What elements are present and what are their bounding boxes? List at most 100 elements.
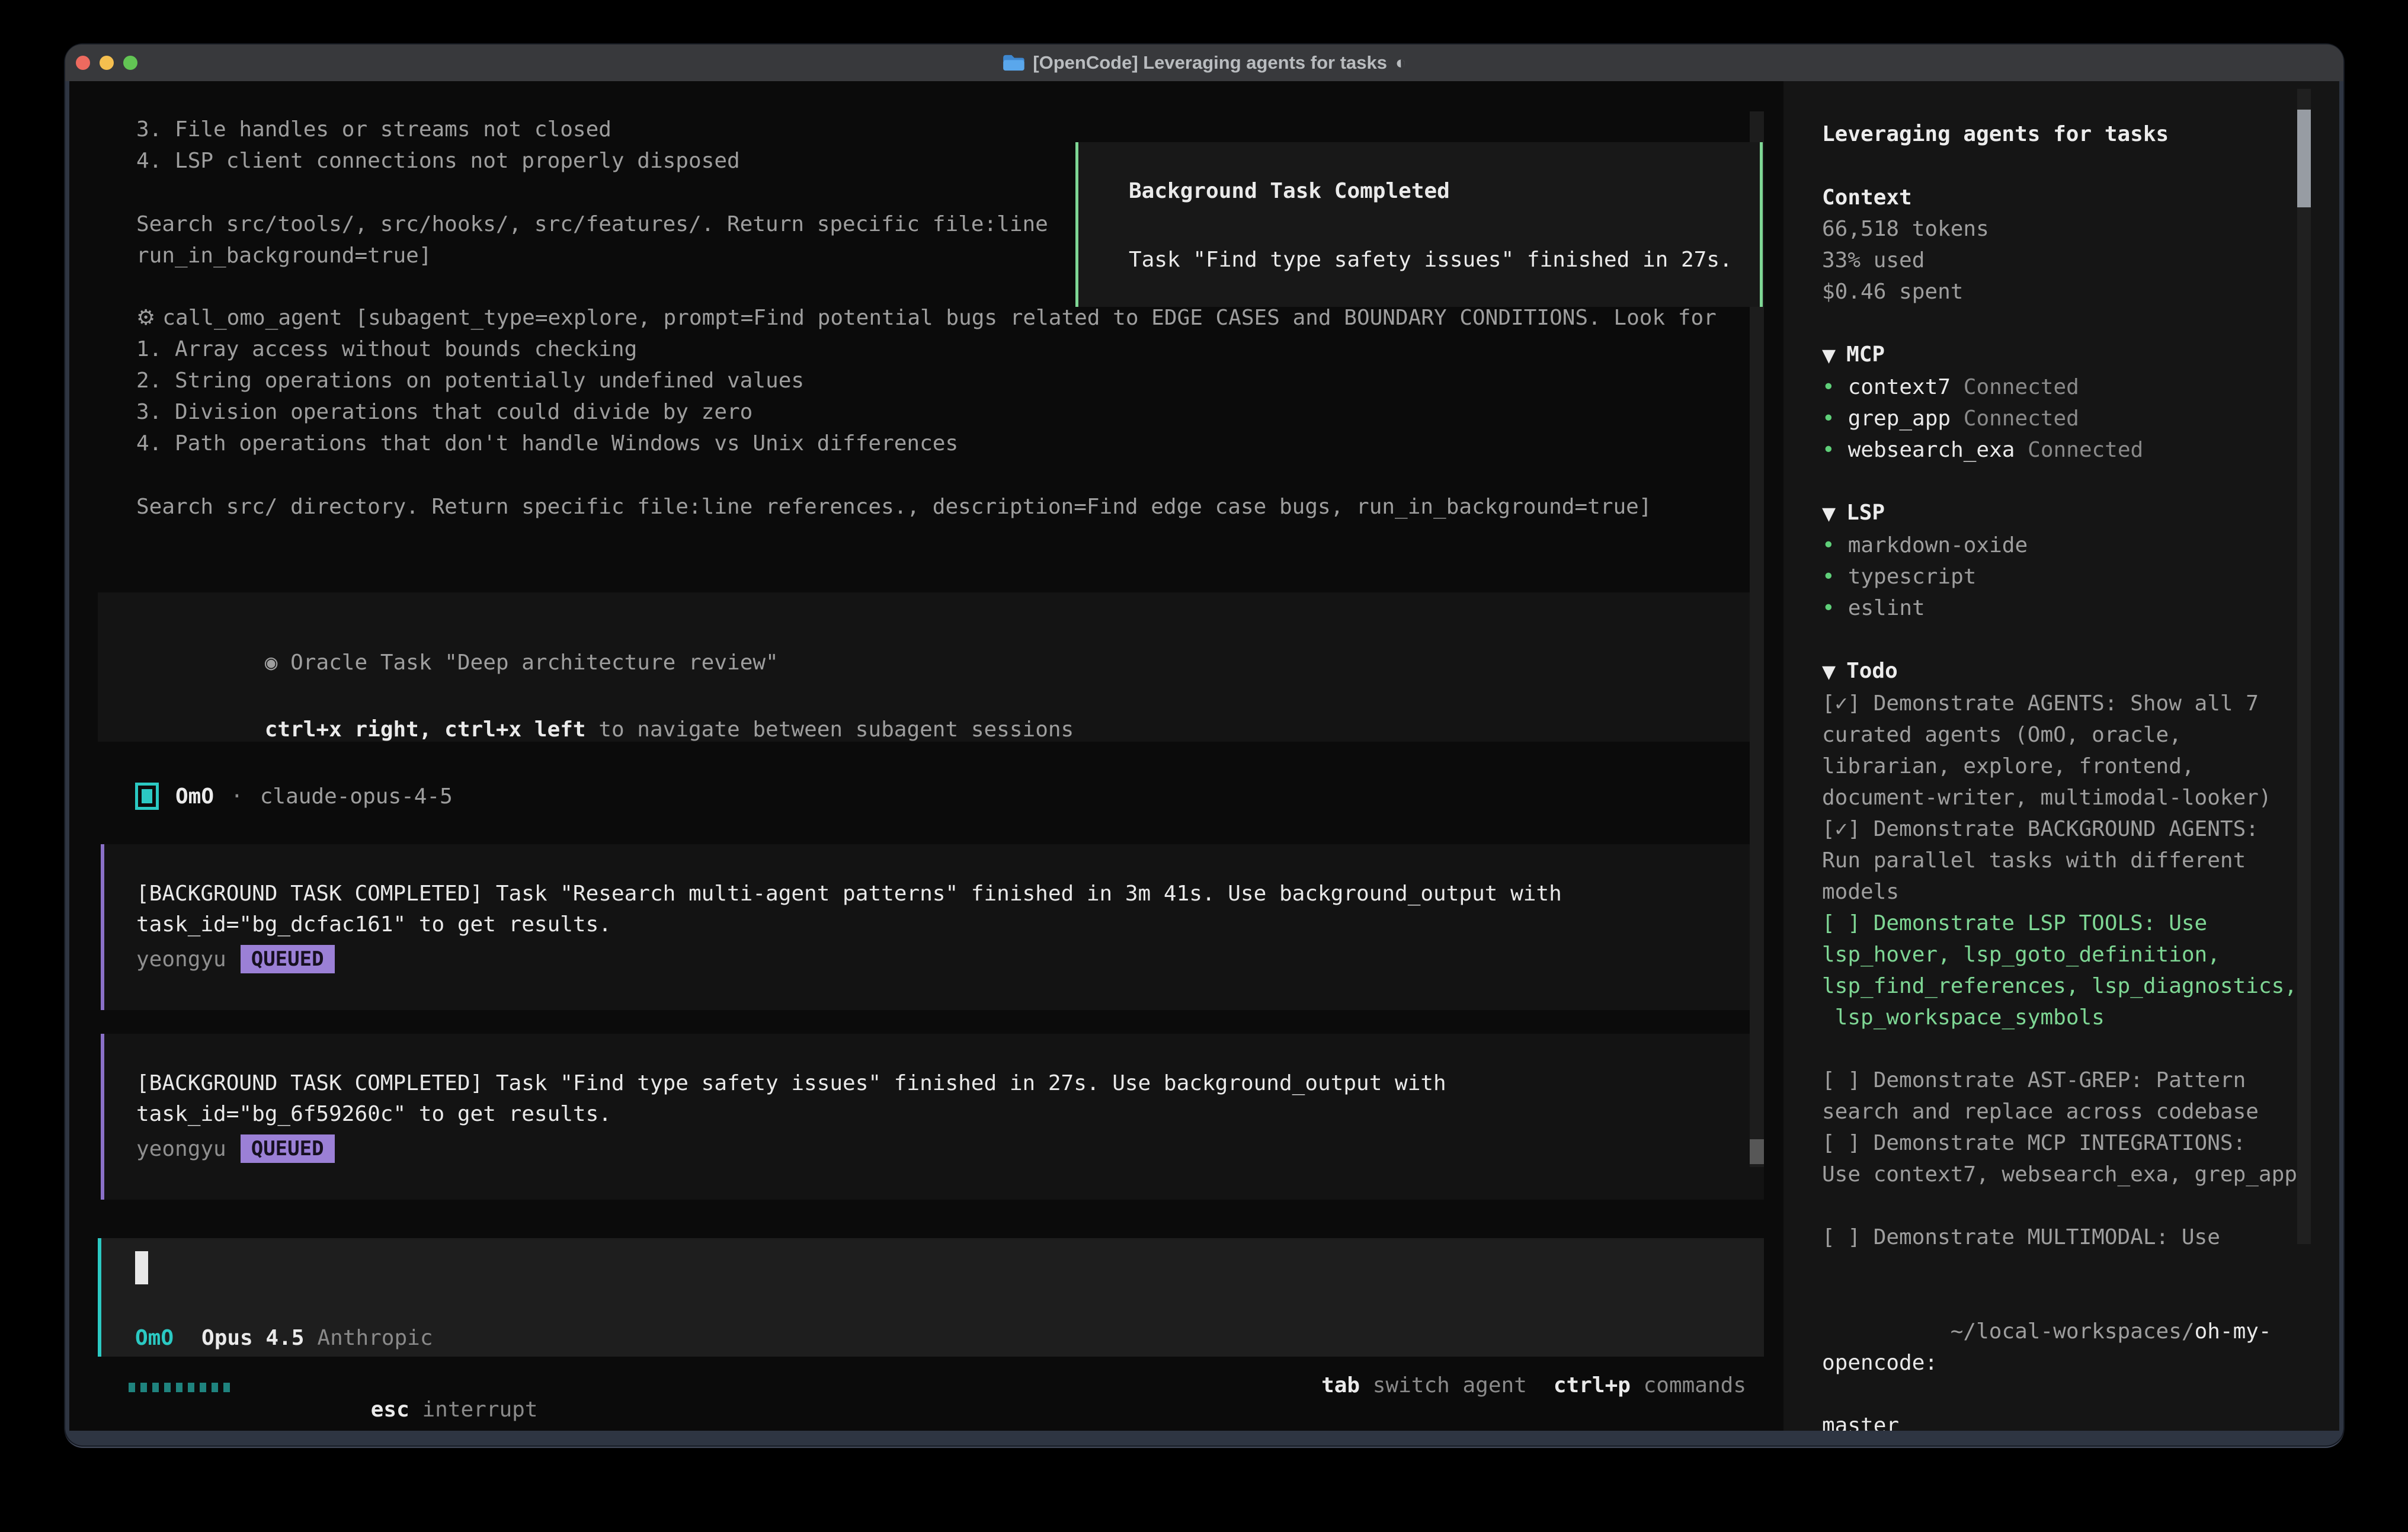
- status-bar: esc interrupt tab switch agent ctrl+p co…: [69, 1373, 1764, 1405]
- queued-badge: QUEUED: [241, 945, 335, 973]
- mcp-item: • grep_app Connected: [1822, 403, 2303, 434]
- todo-heading: Todo: [1846, 659, 1898, 683]
- minimize-button[interactable]: [100, 56, 114, 70]
- mcp-name: websearch_exa: [1848, 438, 2015, 462]
- oracle-task-banner: ◉ Oracle Task "Deep architecture review"…: [98, 592, 1764, 742]
- todo-item: [ ] Demonstrate MCP INTEGRATIONS: Use co…: [1822, 1127, 2303, 1190]
- scrollback-line: 3. File handles or streams not closed: [136, 116, 611, 143]
- context-tokens: 66,518 tokens: [1822, 213, 2303, 245]
- model-name: claude-opus-4-5: [260, 784, 453, 809]
- chevron-down-icon: ▼: [1822, 345, 1836, 366]
- lsp-item: • markdown-oxide: [1822, 530, 2303, 561]
- agent-name: OmO: [175, 784, 214, 809]
- session-title: Leveraging agents for tasks: [1822, 118, 2303, 150]
- tool-call-detail: 1. Array access without bounds checking: [136, 336, 637, 363]
- mcp-status: Connected: [1964, 375, 2079, 399]
- tool-call-detail: 4. Path operations that don't handle Win…: [136, 430, 958, 457]
- path-prefix: ~/local-workspaces/: [1951, 1319, 2195, 1344]
- lsp-heading: LSP: [1846, 501, 1885, 525]
- notification-toast: Background Task Completed Task "Find typ…: [1075, 142, 1763, 307]
- task-message-card: [BACKGROUND TASK COMPLETED] Task "Find t…: [101, 1034, 1764, 1200]
- provider-label: Anthropic: [317, 1326, 433, 1350]
- status-dot-icon: •: [1822, 533, 1835, 557]
- tool-call-detail: Search src/ directory. Return specific f…: [136, 493, 1652, 521]
- mcp-status: Connected: [2028, 438, 2143, 462]
- traffic-lights: [76, 56, 137, 70]
- separator-dot: ·: [230, 784, 244, 809]
- agent-icon: [135, 783, 159, 810]
- context-heading: Context: [1822, 182, 2303, 213]
- tool-call-text: call_omo_agent [subagent_type=explore, p…: [162, 305, 1717, 332]
- tool-call-detail: 3. Division operations that could divide…: [136, 399, 752, 426]
- lsp-name: eslint: [1848, 596, 1925, 620]
- todo-item: [✓] Demonstrate BACKGROUND AGENTS: Run p…: [1822, 813, 2303, 908]
- scrollback-line: 4. LSP client connections not properly d…: [136, 148, 740, 175]
- interrupt-hint: esc interrupt: [242, 1373, 538, 1431]
- agent-header: OmO · claude-opus-4-5: [135, 783, 453, 810]
- switch-agent-hint: tab switch agent: [1321, 1373, 1527, 1398]
- commands-action: commands: [1644, 1373, 1746, 1398]
- lsp-name: markdown-oxide: [1848, 533, 2028, 557]
- text-cursor: [135, 1251, 148, 1284]
- tab-key: tab: [1321, 1373, 1360, 1398]
- mcp-item: • context7 Connected: [1822, 371, 2303, 403]
- todo-section-header[interactable]: ▼ Todo: [1822, 655, 2303, 688]
- window-title: [OpenCode] Leveraging agents for tasks: [1033, 52, 1387, 73]
- tab-action: switch agent: [1373, 1373, 1527, 1398]
- mcp-heading: MCP: [1846, 342, 1885, 367]
- oracle-task-label: Oracle Task "Deep architecture review": [277, 650, 778, 675]
- mcp-status: Connected: [1964, 406, 2079, 431]
- gear-icon: ⚙: [136, 305, 155, 332]
- activity-spinner-icon: [129, 1383, 230, 1392]
- hint-text: to navigate between subagent sessions: [586, 717, 1074, 742]
- commands-key: ctrl+p: [1554, 1373, 1631, 1398]
- scrollback-line: Search src/tools/, src/hooks/, src/featu…: [136, 211, 1048, 238]
- hint-keys: ctrl+x right, ctrl+x left: [265, 717, 586, 742]
- status-dot-icon: •: [1822, 406, 1835, 431]
- branch-name: master: [1822, 1410, 2303, 1431]
- sidebar-scrollbar-thumb[interactable]: [2297, 110, 2311, 207]
- todo-item: [ ] Demonstrate MULTIMODAL: Use: [1822, 1222, 2303, 1253]
- tool-call-line: ⚙ call_omo_agent [subagent_type=explore,…: [136, 305, 1717, 332]
- context-spent: $0.46 spent: [1822, 276, 2303, 307]
- lsp-item: • eslint: [1822, 592, 2303, 624]
- notification-title: Background Task Completed: [1129, 179, 1450, 203]
- chat-panel: 3. File handles or streams not closed 4.…: [69, 81, 1783, 1431]
- subagent-nav-hint: ctrl+x right, ctrl+x left to navigate be…: [136, 693, 1074, 766]
- todo-item: [ ] Demonstrate LSP TOOLS: Use lsp_hover…: [1822, 908, 2303, 1033]
- todo-item: [ ] Demonstrate AST-GREP: Pattern search…: [1822, 1065, 2303, 1127]
- sidebar-scrollbar[interactable]: [2297, 89, 2311, 1244]
- status-dot-icon: •: [1822, 438, 1835, 462]
- context-used: 33% used: [1822, 245, 2303, 276]
- mcp-item: • websearch_exa Connected: [1822, 434, 2303, 466]
- active-agent-label: OmO: [135, 1326, 174, 1350]
- oracle-icon: ◉: [265, 650, 278, 675]
- tool-call-detail: 2. String operations on potentially unde…: [136, 367, 804, 395]
- zoom-button[interactable]: [123, 56, 137, 70]
- chevron-down-icon: ▼: [1822, 504, 1836, 524]
- close-button[interactable]: [76, 56, 90, 70]
- user-label: yeongyu: [136, 947, 226, 972]
- workspace-path: ~/local-workspaces/oh-my-opencode: maste…: [1822, 1284, 2303, 1431]
- task-message-line: task_id="bg_dcfac161" to get results.: [136, 912, 611, 937]
- status-dot-icon: •: [1822, 596, 1835, 620]
- scrollback-line: run_in_background=true]: [136, 242, 432, 270]
- terminal-window: [OpenCode] Leveraging agents for tasks ◐…: [65, 44, 2343, 1446]
- prompt-input[interactable]: OmO Opus 4.5 Anthropic: [98, 1238, 1764, 1357]
- mcp-name: grep_app: [1848, 406, 1951, 431]
- task-message-card: [BACKGROUND TASK COMPLETED] Task "Resear…: [101, 844, 1764, 1010]
- mcp-name: context7: [1848, 375, 1951, 399]
- mcp-section-header[interactable]: ▼ MCP: [1822, 339, 2303, 371]
- notification-body: Task "Find type safety issues" finished …: [1129, 248, 1733, 272]
- active-model-label: Opus 4.5: [201, 1326, 304, 1350]
- chat-scrollbar-thumb[interactable]: [1750, 1139, 1764, 1164]
- commands-hint: ctrl+p commands: [1554, 1373, 1746, 1398]
- task-message-line: [BACKGROUND TASK COMPLETED] Task "Resear…: [136, 882, 1562, 906]
- status-dot-icon: •: [1822, 375, 1835, 399]
- chevron-down-icon: ▼: [1822, 662, 1836, 682]
- lsp-name: typescript: [1848, 565, 1977, 589]
- user-label: yeongyu: [136, 1137, 226, 1161]
- lsp-section-header[interactable]: ▼ LSP: [1822, 497, 2303, 530]
- sidebar-panel: Leveraging agents for tasks Context 66,5…: [1783, 81, 2339, 1431]
- esc-action: interrupt: [422, 1398, 537, 1422]
